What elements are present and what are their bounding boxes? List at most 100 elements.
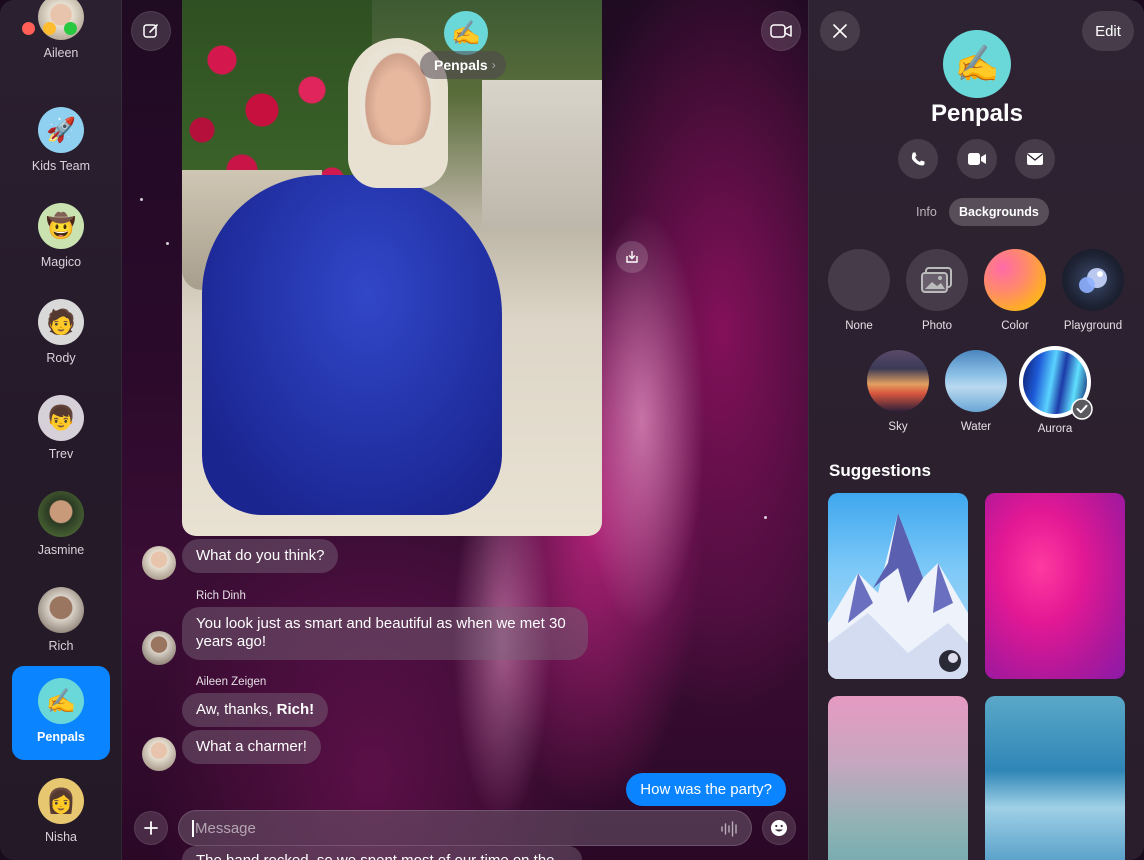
background-label: Aurora [1037,423,1073,435]
call-button[interactable] [898,139,938,179]
background-option-photo[interactable]: Photo [905,249,969,332]
avatar: 👦 [38,395,84,441]
sidebar-item-label: Trev [48,447,74,461]
conversation-pane: ✍️ Penpals › What do you think? Rich Din… [122,0,808,860]
background-star [140,198,143,201]
plus-icon [144,821,158,835]
photo-wall [482,80,602,230]
photo-swatch [906,249,968,311]
suggestion-gradient-pink[interactable] [985,493,1125,679]
add-attachment-button[interactable] [134,811,168,845]
avatar: 👩 [38,778,84,824]
message-text: Aw, thanks, [196,701,277,718]
audio-waveform-icon[interactable] [721,821,739,837]
background-option-aurora[interactable]: Aurora [1019,346,1093,435]
sidebar-item-trev[interactable]: 👦 Trev [12,383,110,477]
message-bubble[interactable]: Aw, thanks, Rich! [182,693,329,728]
sidebar-item-nisha[interactable]: 👩 Nisha [12,766,110,860]
sidebar-item-aileen[interactable]: Aileen [12,0,110,76]
group-avatar: ✍️ [943,30,1011,98]
window-controls [22,22,77,35]
sidebar-item-jasmine[interactable]: Jasmine [12,479,110,573]
tab-backgrounds[interactable]: Backgrounds [949,198,1049,226]
message-input[interactable] [195,811,695,845]
smiley-icon [771,820,787,836]
tab-info[interactable]: Info [906,198,947,226]
mountains-illustration [828,513,968,679]
close-window-button[interactable] [22,22,35,35]
background-label: Sky [888,421,908,433]
photo-dress [202,175,502,515]
video-call-button[interactable] [957,139,997,179]
background-label: Color [1001,320,1029,332]
group-avatar[interactable]: ✍️ [444,11,488,55]
sidebar-item-label: Rody [46,351,76,365]
background-option-none[interactable]: None [827,249,891,332]
close-panel-button[interactable] [820,11,860,51]
panel-title: Penpals [930,100,1024,127]
checkmark-icon [1071,398,1093,420]
sender-name: Rich Dinh [196,590,246,602]
video-camera-icon [968,153,986,165]
video-camera-icon [770,24,792,38]
minimize-window-button[interactable] [43,22,56,35]
compose-button[interactable] [131,11,171,51]
background-label: Water [960,421,992,433]
avatar [142,631,176,665]
sidebar-item-label: Nisha [45,830,77,844]
avatar [142,546,176,580]
sidebar-item-rody[interactable]: 🧑 Rody [12,287,110,381]
background-label: Photo [921,320,953,332]
background-option-sky[interactable]: Sky [866,350,930,433]
sidebar-item-label: Penpals [37,730,85,744]
background-star [764,516,767,519]
sidebar-item-kids-team[interactable]: 🚀 Kids Team [12,95,110,189]
phone-icon [911,152,925,166]
background-option-water[interactable]: Water [944,350,1008,433]
compose-icon [143,24,158,38]
avatar: 🤠 [38,203,84,249]
avatar [38,491,84,537]
suggestions-heading: Suggestions [829,461,932,480]
background-option-color[interactable]: Color [983,249,1047,332]
zoom-window-button[interactable] [64,22,77,35]
sky-swatch [867,350,929,412]
save-photo-button[interactable] [616,241,648,273]
message-bubble[interactable]: What do you think? [182,539,339,574]
details-panel: Edit ✍️ Penpals Info Backgrounds None Ph… [808,0,1144,860]
edit-button[interactable]: Edit [1082,11,1134,51]
mail-button[interactable] [1015,139,1055,179]
background-option-playground[interactable]: Playground [1061,249,1125,332]
sidebar-item-label: Jasmine [37,543,85,557]
avatar [142,737,176,771]
sidebar-item-label: Kids Team [31,159,91,173]
water-swatch [945,350,1007,412]
suggestion-gradient-pastel[interactable] [828,696,968,860]
sidebar-item-magico[interactable]: 🤠 Magico [12,191,110,285]
sender-name: Aileen Zeigen [196,676,267,688]
download-icon [626,251,638,263]
color-swatch [984,249,1046,311]
emoji-button[interactable] [762,811,796,845]
conversation-title-button[interactable]: Penpals › [420,51,506,79]
message-bubble[interactable]: You look just as smart and beautiful as … [182,607,588,660]
sidebar-item-label: Magico [40,255,82,269]
background-label: None [845,320,873,332]
conversation-sidebar: Aileen 🚀 Kids Team 🤠 Magico 🧑 Rody 👦 Tre… [0,0,122,860]
message-mention: Rich! [276,701,315,718]
background-star [166,242,169,245]
none-swatch [828,249,890,311]
facetime-button[interactable] [761,11,801,51]
sidebar-item-penpals[interactable]: ✍️ Penpals [12,666,110,760]
writing-hand-icon: ✍️ [38,678,84,724]
photos-icon [921,267,952,293]
outgoing-message-bubble[interactable]: How was the party? [626,773,786,806]
suggestion-mountains[interactable] [828,493,968,679]
suggestion-water[interactable] [985,696,1125,860]
sidebar-item-rich[interactable]: Rich [12,575,110,669]
rocket-icon: 🚀 [38,107,84,153]
shared-photo[interactable] [182,0,602,536]
chevron-right-icon: › [491,58,496,72]
avatar [38,587,84,633]
message-bubble[interactable]: What a charmer! [182,730,321,765]
